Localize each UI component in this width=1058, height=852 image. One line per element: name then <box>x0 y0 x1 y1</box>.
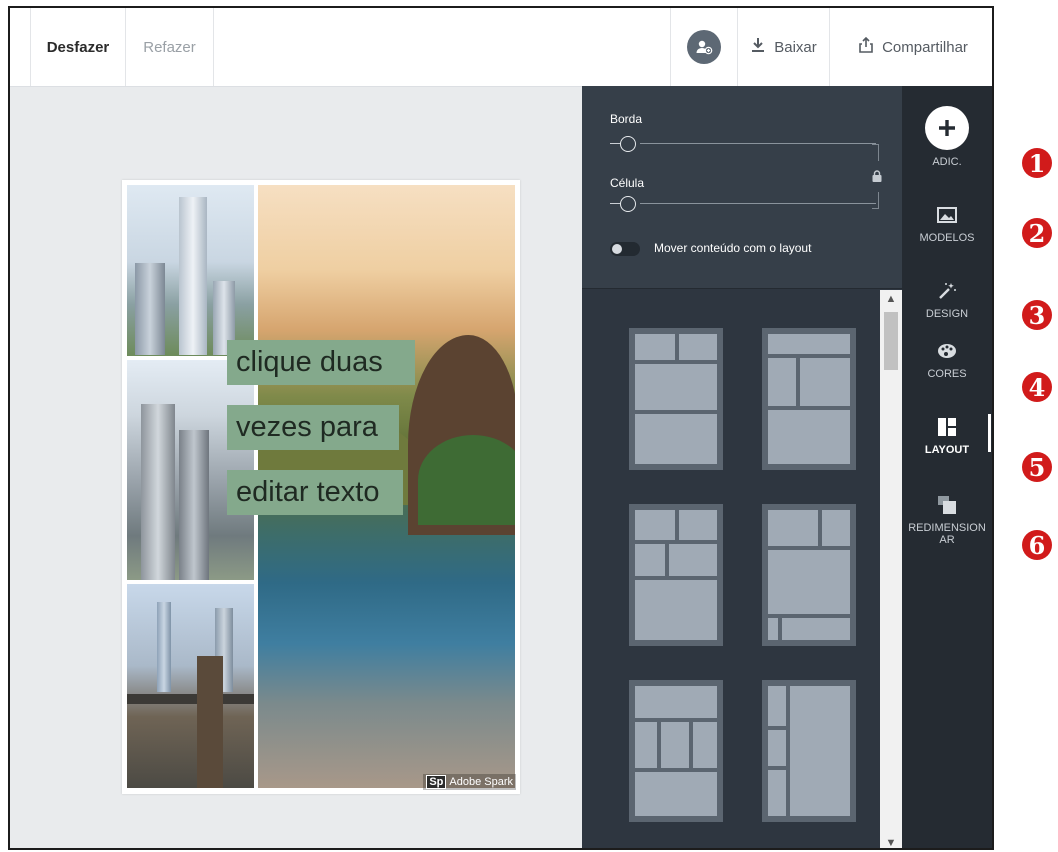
image-icon <box>935 204 959 226</box>
download-label: Baixar <box>774 38 817 56</box>
download-icon <box>750 37 766 57</box>
nav-item-label: DESIGN <box>925 308 969 320</box>
cell-slider[interactable] <box>610 196 876 212</box>
scroll-up-icon[interactable]: ▲ <box>880 290 902 308</box>
active-indicator <box>988 414 991 452</box>
move-content-toggle[interactable] <box>610 242 640 256</box>
photo-skyscrapers[interactable] <box>127 185 254 356</box>
text-line-2[interactable]: vezes para <box>227 405 399 450</box>
top-toolbar: Desfazer Refazer Baixar Compartilhar <box>10 8 992 87</box>
app-window: Desfazer Refazer Baixar Compartilhar cli… <box>8 6 994 850</box>
share-label: Compartilhar <box>882 38 968 56</box>
nav-item-design[interactable]: DESIGN <box>902 280 992 320</box>
callout-1: 1 <box>1022 148 1052 178</box>
magic-wand-icon <box>935 280 959 302</box>
share-button[interactable]: Compartilhar <box>830 8 992 86</box>
callout-2: 2 <box>1022 218 1052 248</box>
cell-slider-handle[interactable] <box>620 196 636 212</box>
undo-button[interactable]: Desfazer <box>30 8 126 86</box>
nav-item-resize[interactable]: REDIMENSIONAR <box>905 494 989 546</box>
callout-6: 6 <box>1022 530 1052 560</box>
adobe-spark-badge: Sp Adobe Spark <box>423 774 516 790</box>
redo-button[interactable]: Refazer <box>126 8 214 86</box>
border-slider[interactable] <box>610 136 876 152</box>
design-canvas[interactable]: clique duas vezes para editar texto Sp A… <box>122 180 520 794</box>
layout-option-3[interactable] <box>629 504 723 646</box>
layout-icon <box>935 416 959 438</box>
resize-icon <box>935 494 959 516</box>
layout-thumbnails <box>582 290 880 848</box>
download-button[interactable]: Baixar <box>738 8 830 86</box>
nav-item-label: CORES <box>927 368 967 380</box>
nav-item-label: ADIC. <box>932 156 962 168</box>
side-nav: ADIC. MODELOS DESIGN CORES LAYOUT REDIME… <box>902 86 992 848</box>
nav-item-colors[interactable]: CORES <box>902 340 992 380</box>
nav-item-label: LAYOUT <box>924 444 970 456</box>
text-line-1[interactable]: clique duas <box>227 340 415 385</box>
move-content-label: Mover conteúdo com o layout <box>654 241 812 255</box>
scroll-down-icon[interactable]: ▼ <box>880 834 902 848</box>
layout-option-1[interactable] <box>629 328 723 470</box>
palette-icon <box>935 340 959 362</box>
lock-icon[interactable] <box>872 170 882 185</box>
nav-item-label: MODELOS <box>919 232 975 244</box>
photo-brooklyn-bridge[interactable] <box>127 584 254 788</box>
share-icon <box>858 36 874 57</box>
text-line-3[interactable]: editar texto <box>227 470 403 515</box>
layout-option-2[interactable] <box>762 328 856 470</box>
border-slider-handle[interactable] <box>620 136 636 152</box>
badge-label: Adobe Spark <box>449 776 513 788</box>
layout-panel: Borda Célula Mover conteúdo com o layout <box>582 86 902 848</box>
nav-item-layout[interactable]: LAYOUT <box>902 416 992 456</box>
nav-item-templates[interactable]: MODELOS <box>902 204 992 244</box>
layout-option-4[interactable] <box>762 504 856 646</box>
add-person-icon <box>687 30 721 64</box>
layout-settings: Borda Célula Mover conteúdo com o layout <box>582 86 902 289</box>
nav-item-add[interactable]: ADIC. <box>902 106 992 168</box>
scrollbar-thumb[interactable] <box>884 312 898 370</box>
border-label: Borda <box>610 112 643 126</box>
nav-item-label: REDIMENSIONAR <box>908 522 986 546</box>
cell-label: Célula <box>610 176 645 190</box>
callout-3: 3 <box>1022 300 1052 330</box>
layout-option-5[interactable] <box>629 680 723 822</box>
callout-5: 5 <box>1022 452 1052 482</box>
layout-option-6[interactable] <box>762 680 856 822</box>
plus-icon <box>925 106 969 150</box>
invite-collaborators-button[interactable] <box>670 8 738 86</box>
spark-logo: Sp <box>426 775 447 789</box>
callout-4: 4 <box>1022 372 1052 402</box>
layout-scrollbar[interactable]: ▲ ▼ <box>880 290 902 848</box>
